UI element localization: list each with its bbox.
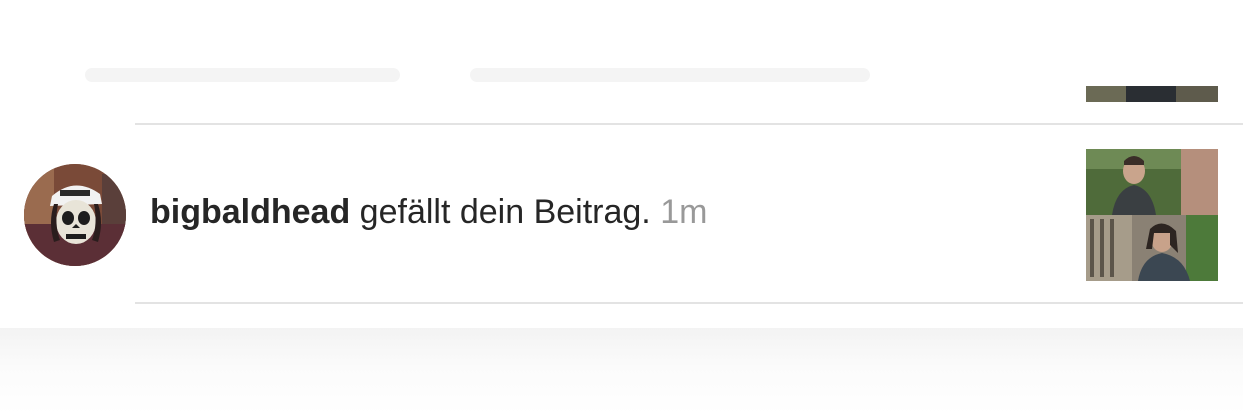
profile-avatar-skull-face-icon [24, 164, 126, 266]
avatar[interactable] [24, 164, 126, 266]
previous-notification-text-faded-2 [470, 68, 870, 82]
previous-notification-text-faded [85, 68, 400, 82]
username-link[interactable]: bigbaldhead [150, 193, 350, 231]
liked-post-thumbnail-icon [1086, 149, 1218, 281]
panel-shadow [0, 328, 1243, 415]
divider-top [135, 123, 1243, 125]
notification-action: gefällt dein Beitrag. [350, 193, 661, 231]
timestamp: 1m [660, 193, 708, 231]
divider-bottom [135, 302, 1243, 304]
previous-post-thumbnail[interactable] [1086, 86, 1218, 102]
liked-post-thumbnail[interactable] [1086, 149, 1218, 281]
notification-text: bigbaldhead gefällt dein Beitrag. 1m [150, 191, 707, 233]
activity-feed: bigbaldhead gefällt dein Beitrag. 1m [0, 0, 1243, 328]
